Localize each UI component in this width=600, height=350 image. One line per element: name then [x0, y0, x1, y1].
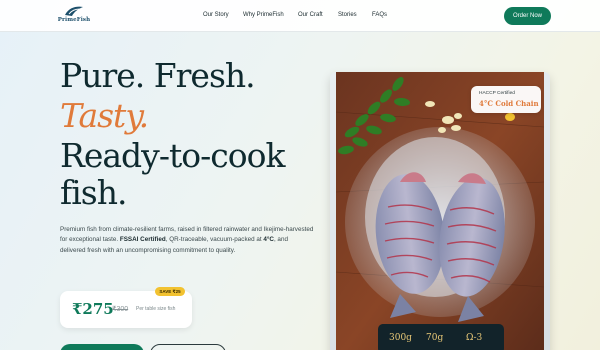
- product-image: [330, 72, 550, 350]
- nav-stories[interactable]: Stories: [338, 12, 357, 18]
- primary-cta-button[interactable]: [60, 344, 144, 350]
- hero-headline-line1: Pure. Fresh.: [60, 56, 256, 95]
- stat-protein: 70g: [426, 333, 444, 343]
- old-price: ₹300: [112, 306, 129, 313]
- desc-text-2: , QR-traceable, vacuum-packed at: [165, 236, 264, 244]
- stat-weight: 300g: [389, 333, 412, 343]
- stat-omega3: Ω-3: [466, 333, 483, 343]
- haccp-label: HACCP Certified: [479, 91, 515, 96]
- nav-faqs[interactable]: FAQs: [372, 12, 387, 18]
- nav-our-story[interactable]: Our Story: [203, 12, 229, 18]
- logo-text: PrimeFish: [57, 17, 91, 23]
- cold-chain-label: 4°C Cold Chain: [479, 99, 539, 108]
- haccp-badge: HACCP Certified 4°C Cold Chain: [471, 86, 541, 113]
- secondary-cta-button[interactable]: [150, 344, 226, 350]
- hero-headline-line3: Ready-to-cook: [60, 136, 285, 175]
- brand-logo[interactable]: PrimeFish: [58, 5, 90, 27]
- save-badge: SAVE ₹25: [155, 287, 185, 296]
- price-unit-label: Per table size fish: [136, 306, 176, 312]
- site-header: PrimeFish Our Story Why PrimeFish Our Cr…: [0, 0, 600, 32]
- desc-temp: 4°C: [263, 236, 274, 244]
- fish-logo-icon: [65, 6, 83, 16]
- order-now-button[interactable]: Order Now: [504, 7, 551, 25]
- nav-our-craft[interactable]: Our Craft: [298, 12, 323, 18]
- hero-headline-tasty: Tasty.: [60, 96, 149, 135]
- current-price: ₹275: [72, 300, 114, 318]
- hero-description: Premium fish from climate-resilient farm…: [60, 225, 315, 256]
- nav-why-primefish[interactable]: Why PrimeFish: [243, 12, 284, 18]
- desc-fssai: FSSAI Certified: [119, 236, 166, 244]
- hero-headline-line4: fish.: [60, 173, 127, 212]
